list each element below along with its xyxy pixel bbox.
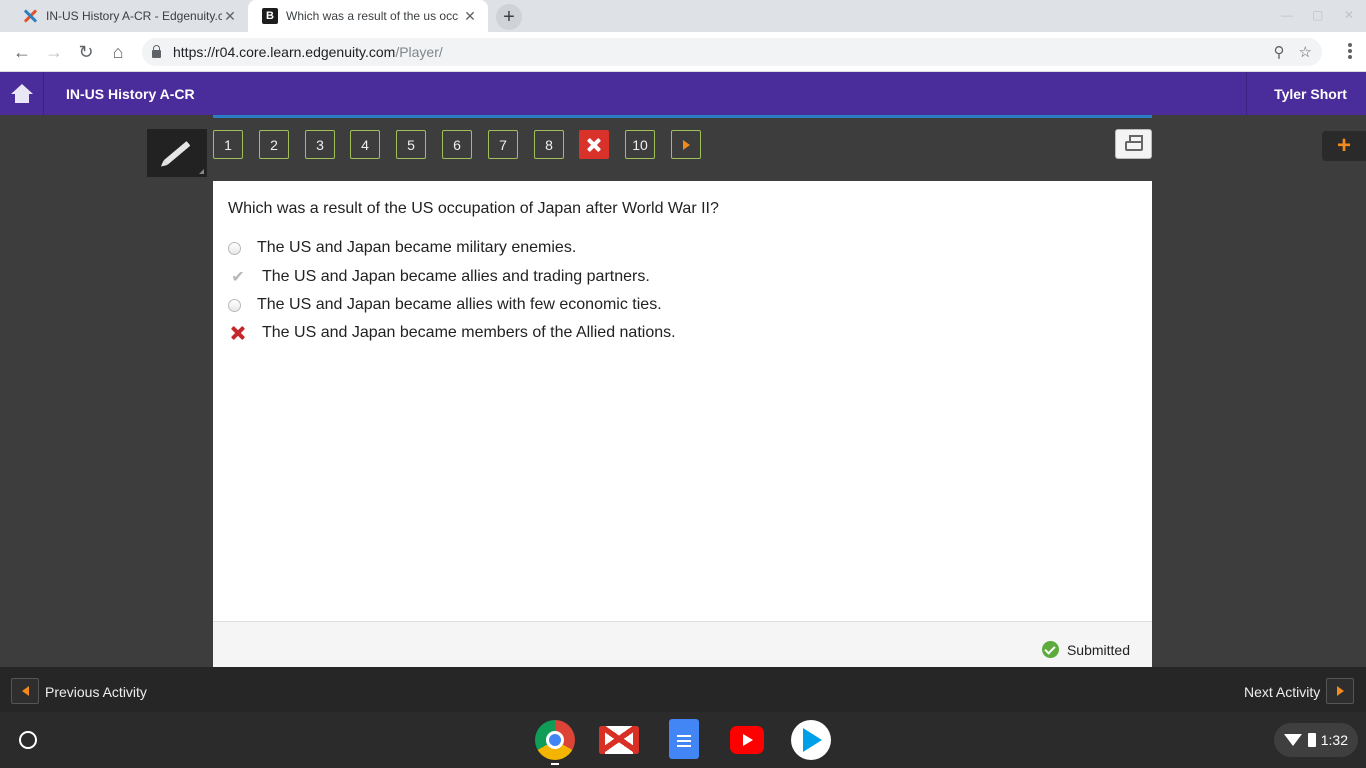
question-nav-next-button[interactable] <box>671 130 701 159</box>
youtube-icon[interactable] <box>730 726 764 754</box>
expand-tools-button[interactable]: + <box>1322 131 1366 161</box>
tab-title: IN-US History A-CR - Edgenuity.c <box>46 9 222 23</box>
submission-status: Submitted <box>1041 641 1130 658</box>
question-nav-7[interactable]: 7 <box>488 130 518 159</box>
question-footer: Submitted <box>213 621 1152 667</box>
chrome-icon[interactable] <box>535 720 575 760</box>
activity-bar: Previous Activity Next Activity <box>0 667 1366 712</box>
back-arrow-icon[interactable]: ← <box>10 40 34 64</box>
browser-tab-question[interactable]: B Which was a result of the us occ ✕ <box>248 0 488 32</box>
lock-icon <box>152 45 161 58</box>
course-title: IN-US History A-CR <box>66 86 195 102</box>
close-tab-icon[interactable]: ✕ <box>222 8 238 25</box>
play-store-icon[interactable] <box>791 720 831 760</box>
home-icon[interactable]: ⌂ <box>106 40 130 64</box>
pencil-icon <box>163 141 191 165</box>
forward-arrow-icon[interactable]: → <box>42 40 66 64</box>
wrong-x-icon <box>228 326 248 340</box>
maximize-icon[interactable]: ▢ <box>1312 8 1323 22</box>
next-activity-label[interactable]: Next Activity <box>1244 684 1320 700</box>
previous-arrow-icon <box>21 686 29 696</box>
progress-line <box>213 115 1152 118</box>
next-arrow-icon <box>1336 686 1344 696</box>
incorrect-x-icon <box>586 137 602 153</box>
status-tray[interactable]: 1:32 <box>1274 723 1358 757</box>
next-arrow-icon <box>682 139 690 150</box>
question-nav-9-incorrect[interactable] <box>579 130 609 159</box>
answer-option-4[interactable]: The US and Japan became members of the A… <box>228 324 676 342</box>
previous-activity-button[interactable] <box>11 678 39 704</box>
close-tab-icon[interactable]: ✕ <box>462 8 478 25</box>
radio-button[interactable] <box>228 241 241 255</box>
close-window-icon[interactable]: ✕ <box>1344 8 1354 22</box>
answer-text: The US and Japan became military enemies… <box>257 239 577 256</box>
answer-text: The US and Japan became allies with few … <box>257 296 662 313</box>
course-header: IN-US History A-CR Tyler Short <box>0 72 1366 115</box>
question-nav-1[interactable]: 1 <box>213 130 243 159</box>
question-text: Which was a result of the US occupation … <box>228 200 719 217</box>
status-text: Submitted <box>1066 641 1130 658</box>
running-indicator <box>551 763 559 765</box>
zoom-icon[interactable]: ⚲ <box>1274 43 1285 61</box>
user-name[interactable]: Tyler Short <box>1246 72 1366 115</box>
print-button[interactable] <box>1115 129 1152 159</box>
docs-icon[interactable] <box>669 719 699 759</box>
tab-title: Which was a result of the us occ <box>286 9 459 23</box>
previous-activity-label[interactable]: Previous Activity <box>45 684 147 700</box>
notes-tool-button[interactable] <box>147 129 207 177</box>
address-bar[interactable]: https://r04.core.learn.edgenuity.com/Pla… <box>142 38 1322 66</box>
question-nav-2[interactable]: 2 <box>259 130 289 159</box>
os-shelf: 1:32 <box>0 712 1366 768</box>
printer-icon <box>1124 134 1143 151</box>
answer-text: The US and Japan became allies and tradi… <box>262 268 650 285</box>
correct-check-icon: ✔ <box>231 269 245 286</box>
next-activity-button[interactable] <box>1326 678 1354 704</box>
clock: 1:32 <box>1320 732 1348 748</box>
answer-option-2[interactable]: ✔ The US and Japan became allies and tra… <box>228 267 650 287</box>
browser-tab-course[interactable]: IN-US History A-CR - Edgenuity.c ✕ <box>8 0 248 32</box>
check-circle-icon <box>1041 641 1059 658</box>
question-nav-8[interactable]: 8 <box>534 130 564 159</box>
home-button[interactable] <box>0 72 44 115</box>
answer-text: The US and Japan became members of the A… <box>262 324 676 341</box>
question-nav-4[interactable]: 4 <box>350 130 380 159</box>
question-nav-6[interactable]: 6 <box>442 130 472 159</box>
new-tab-button[interactable]: + <box>496 4 522 30</box>
house-icon <box>10 83 33 104</box>
battery-icon <box>1308 733 1316 747</box>
browser-toolbar: ← → ↻ ⌂ https://r04.core.learn.edgenuity… <box>0 32 1366 72</box>
minimize-icon[interactable]: — <box>1281 8 1293 22</box>
bookmark-star-icon[interactable]: ☆ <box>1299 43 1312 61</box>
question-card: Which was a result of the US occupation … <box>213 181 1152 621</box>
gmail-icon[interactable] <box>599 726 639 754</box>
answer-option-1[interactable]: The US and Japan became military enemies… <box>228 239 576 257</box>
browser-menu-icon[interactable] <box>1348 43 1352 61</box>
question-nav-10[interactable]: 10 <box>625 130 655 159</box>
radio-button[interactable] <box>228 298 241 312</box>
answer-option-3[interactable]: The US and Japan became allies with few … <box>228 296 662 314</box>
launcher-icon[interactable] <box>19 731 37 749</box>
wifi-icon <box>1284 734 1302 746</box>
question-nav-5[interactable]: 5 <box>396 130 426 159</box>
reload-icon[interactable]: ↻ <box>74 40 98 64</box>
edgenuity-favicon-icon <box>22 8 38 24</box>
brainly-favicon-icon: B <box>262 8 278 24</box>
question-nav-3[interactable]: 3 <box>305 130 335 159</box>
url-text: https://r04.core.learn.edgenuity.com/Pla… <box>173 44 443 60</box>
browser-tab-strip: IN-US History A-CR - Edgenuity.c ✕ B Whi… <box>0 0 1366 32</box>
